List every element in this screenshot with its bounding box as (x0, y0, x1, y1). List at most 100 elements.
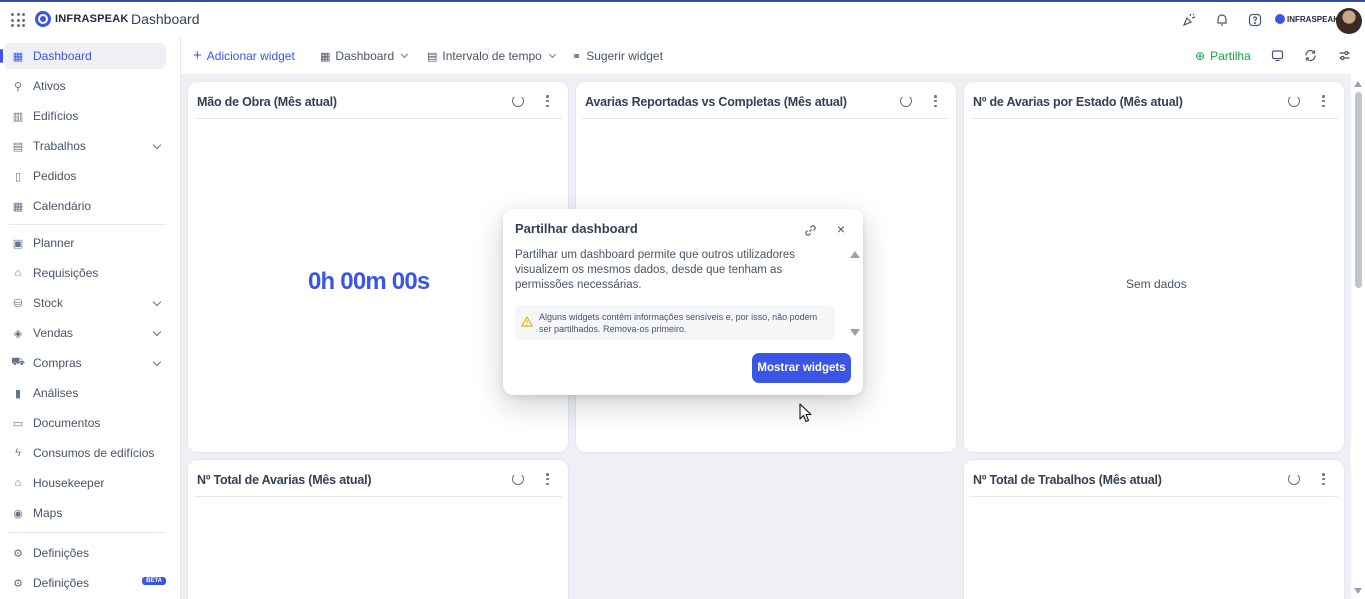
layout-icon: ▦ (320, 50, 331, 63)
refresh-icon[interactable] (1288, 95, 1300, 107)
sidebar-item-definicoes-beta[interactable]: ⚙ Definições BETA (4, 570, 166, 596)
widget-divider (194, 496, 562, 497)
help-icon[interactable] (1248, 13, 1262, 27)
modal-description: Partilhar um dashboard permite que outro… (515, 249, 795, 291)
sidebar-item-definicoes[interactable]: ⚙ Definições (4, 540, 166, 566)
bolt-icon: ϟ (15, 447, 21, 459)
globe-icon: ⊕ (1195, 49, 1206, 63)
sidebar-item-pedidos[interactable]: ▯ Pedidos (4, 163, 166, 189)
widget-title: Avarias Reportadas vs Completas (Mês atu… (585, 95, 847, 109)
sidebar-item-housekeeper[interactable]: ⌂ Housekeeper (4, 470, 166, 496)
housekeeper-icon: ⌂ (14, 477, 22, 489)
refresh-icon[interactable] (512, 95, 524, 107)
sidebar-item-compras[interactable]: ⛟ Compras (4, 350, 166, 376)
sidebar-item-label: Edifícios (33, 109, 79, 123)
more-options-icon[interactable] (1322, 95, 1325, 107)
apps-grid-icon[interactable] (11, 13, 25, 27)
widget-title: Nº de Avarias por Estado (Mês atual) (973, 95, 1183, 109)
analytics-icon: ▮ (14, 387, 22, 400)
add-widget-button[interactable]: + Adicionar widget (193, 47, 295, 64)
sidebar-item-documentos[interactable]: ▭ Documentos (4, 410, 166, 436)
calendar-icon: ▦ (12, 200, 24, 213)
warning-text: Alguns widgets contêm informações sensív… (539, 312, 818, 334)
sidebar-item-label: Compras (33, 356, 82, 370)
share-button[interactable]: ⊕ Partilha (1195, 49, 1251, 63)
page-scrollbar[interactable] (1351, 74, 1365, 599)
sidebar-item-stock[interactable]: ⛁ Stock (4, 290, 166, 316)
time-range-label: Intervalo de tempo (442, 49, 542, 63)
widget-divider (970, 496, 1338, 497)
modal-scroll-up-icon[interactable] (850, 251, 860, 258)
sidebar-item-consumos[interactable]: ϟ Consumos de edifícios (4, 440, 166, 466)
dashboard-toolbar: + Adicionar widget ▦ Dashboard ▤ Interva… (181, 40, 1365, 72)
more-options-icon[interactable] (1322, 473, 1325, 485)
sidebar-item-dashboard[interactable]: ▦ Dashboard (0, 43, 166, 69)
modal-scroll-down-icon[interactable] (850, 329, 860, 336)
sidebar: ▦ Dashboard ⚲ Ativos ▥ Edifícios ▤ Traba… (0, 38, 170, 599)
organization-badge[interactable]: INFRASPEAK (1275, 14, 1339, 24)
sidebar-item-trabalhos[interactable]: ▤ Trabalhos (4, 133, 166, 159)
sidebar-item-label: Trabalhos (33, 139, 86, 153)
cart-icon: ⛟ (11, 356, 25, 368)
chevron-down-icon (152, 357, 162, 367)
dashboard-icon: ▦ (12, 50, 24, 63)
bell-icon[interactable] (1215, 13, 1229, 27)
app-logo[interactable]: INFRASPEAK (35, 11, 129, 27)
calendar-icon: ▤ (427, 50, 438, 63)
filters-icon[interactable] (1338, 49, 1351, 62)
chevron-down-icon (152, 140, 162, 150)
requests-icon: ▯ (14, 170, 22, 183)
sidebar-item-calendario[interactable]: ▦ Calendário (4, 193, 166, 219)
logo-text: INFRASPEAK (55, 13, 129, 25)
refresh-icon[interactable] (512, 473, 524, 485)
sidebar-divider (8, 532, 166, 533)
sidebar-item-vendas[interactable]: ◈ Vendas (4, 320, 166, 346)
more-options-icon[interactable] (546, 473, 549, 485)
widget-title: Mão de Obra (Mês atual) (197, 95, 337, 109)
stock-icon: ⛁ (13, 297, 23, 310)
refresh-icon[interactable] (1288, 473, 1300, 485)
scroll-up-icon[interactable] (1354, 81, 1362, 87)
beta-badge: BETA (142, 577, 166, 585)
sidebar-item-ativos[interactable]: ⚲ Ativos (4, 73, 166, 99)
documents-icon: ▭ (12, 417, 24, 430)
organization-logo-icon (1275, 14, 1285, 24)
sidebar-item-planner[interactable]: ▣ Planner (4, 230, 166, 256)
scroll-thumb[interactable] (1355, 92, 1362, 288)
chevron-down-icon (152, 297, 162, 307)
sidebar-item-label: Ativos (33, 79, 66, 93)
warning-notice: Alguns widgets contêm informações sensív… (515, 305, 835, 340)
empty-state-text: Sem dados (1126, 277, 1187, 291)
show-widgets-button[interactable]: Mostrar widgets (752, 353, 851, 383)
sidebar-divider (8, 224, 166, 225)
scroll-down-icon[interactable] (1354, 588, 1362, 594)
chevron-down-icon (401, 50, 409, 59)
infraspeak-logo-icon (35, 11, 51, 27)
sales-icon: ◈ (13, 327, 23, 340)
time-range-select[interactable]: ▤ Intervalo de tempo (427, 49, 556, 63)
user-avatar[interactable] (1336, 8, 1362, 34)
sidebar-item-requisicoes[interactable]: ⌂ Requisições (4, 260, 166, 286)
more-options-icon[interactable] (546, 95, 549, 107)
sidebar-item-analises[interactable]: ▮ Análises (4, 380, 166, 406)
add-widget-label: Adicionar widget (206, 49, 295, 63)
more-options-icon[interactable] (934, 95, 937, 107)
sidebar-item-label: Documentos (33, 416, 101, 430)
plus-icon: + (193, 47, 202, 64)
sidebar-item-label: Stock (33, 296, 64, 310)
sidebar-item-maps[interactable]: ◉ Maps (4, 500, 166, 526)
close-icon[interactable]: × (835, 222, 847, 236)
tv-mode-icon[interactable] (1271, 49, 1284, 62)
requisitions-icon: ⌂ (14, 267, 22, 279)
announcement-icon[interactable] (1182, 13, 1196, 27)
sidebar-item-edificios[interactable]: ▥ Edifícios (4, 103, 166, 129)
building-icon: ▥ (12, 110, 24, 123)
refresh-icon[interactable] (1304, 49, 1317, 62)
copy-link-icon[interactable] (804, 224, 817, 237)
widget-value: 0h 00m 00s (308, 268, 430, 295)
sidebar-item-label: Maps (33, 506, 63, 520)
dashboard-select[interactable]: ▦ Dashboard (320, 49, 409, 63)
suggest-widget-button[interactable]: ⚭ Sugerir widget (572, 49, 663, 63)
sidebar-item-label: Housekeeper (33, 476, 105, 490)
refresh-icon[interactable] (900, 95, 912, 107)
